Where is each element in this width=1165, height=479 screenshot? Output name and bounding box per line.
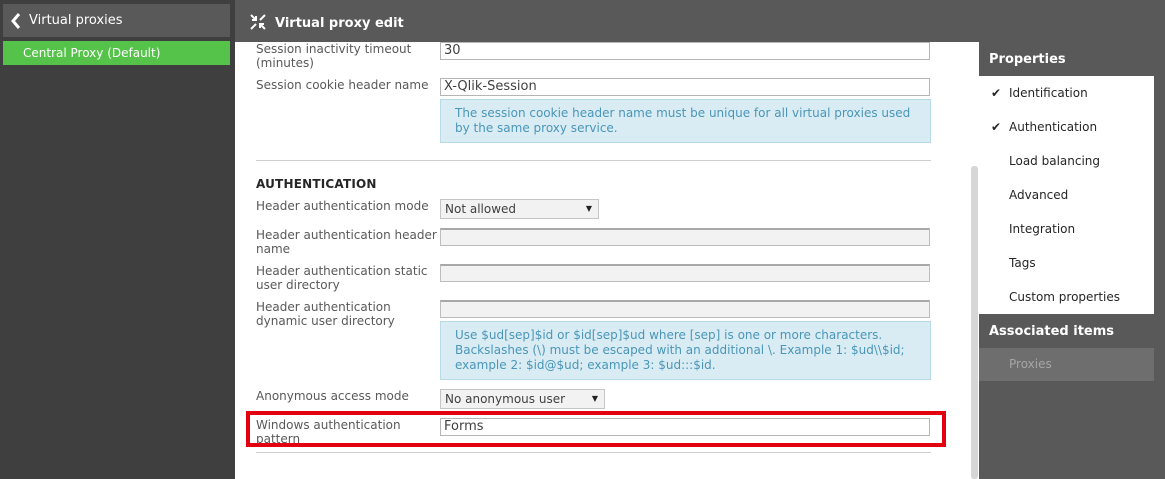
property-item-advanced[interactable]: Advanced [979,178,1154,212]
cookie-header-label: Session cookie header name [256,78,429,92]
check-icon: ✔ [991,86,1002,100]
cookie-header-input[interactable]: X-Qlik-Session [440,78,930,96]
anonymous-access-label: Anonymous access mode [256,389,409,403]
property-label: Identification [1009,86,1088,100]
header-auth-mode-label: Header authentication mode [256,199,429,213]
left-sidebar: Virtual proxies Central Proxy (Default) [0,0,235,479]
virtual-proxy-form: Session inactivity timeout (minutes) 30 … [235,42,979,479]
property-label: Advanced [1009,188,1069,202]
back-to-virtual-proxies-button[interactable]: Virtual proxies [3,4,230,37]
property-label: Load balancing [1009,154,1101,168]
anonymous-access-select[interactable]: No anonymous user ▼ [440,389,605,409]
property-item-tags[interactable]: Tags [979,246,1154,280]
property-label: Custom properties [1009,290,1121,304]
properties-panel: Properties ✔ Identification ✔ Authentica… [979,42,1165,479]
associated-items-title: Associated items [989,324,1115,339]
property-label: Integration [1009,222,1076,236]
page-header: Virtual proxy edit [235,4,1165,42]
property-item-identification[interactable]: ✔ Identification [979,76,1154,110]
properties-title: Properties [989,52,1066,67]
property-item-integration[interactable]: Integration [979,212,1154,246]
header-auth-dynamic-dir-input[interactable] [440,300,930,318]
back-button-label: Virtual proxies [29,13,123,28]
authentication-section-title: AUTHENTICATION [256,177,377,191]
section-divider [256,160,931,161]
properties-list: ✔ Identification ✔ Authentication Load b… [979,76,1154,314]
anonymous-access-value: No anonymous user [445,392,566,406]
scrollbar[interactable] [971,166,978,479]
session-timeout-label: Session inactivity timeout (minutes) [256,42,412,70]
triangle-down-icon: ▼ [585,204,592,213]
session-timeout-input[interactable]: 30 [440,42,930,60]
sidebar-item-central-proxy[interactable]: Central Proxy (Default) [3,41,230,65]
property-item-load-balancing[interactable]: Load balancing [979,144,1154,178]
arrows-compress-icon [249,13,267,34]
chevron-left-icon [3,12,29,29]
property-label: Tags [1009,256,1036,270]
cookie-header-info: The session cookie header name must be u… [440,99,931,143]
header-auth-static-dir-input[interactable] [440,264,930,282]
header-auth-mode-value: Not allowed [445,202,517,216]
header-auth-dynamic-dir-label: Header authentication dynamic user direc… [256,300,395,328]
associated-item-proxies[interactable]: Proxies [979,348,1154,381]
highlight-box [246,411,946,447]
page-title: Virtual proxy edit [275,15,404,31]
header-auth-header-name-label: Header authentication header name [256,228,437,256]
check-icon: ✔ [991,120,1002,134]
section-divider [256,452,931,453]
triangle-down-icon: ▼ [591,394,598,403]
header-auth-static-dir-label: Header authentication static user direct… [256,264,428,292]
property-item-custom-properties[interactable]: Custom properties [979,280,1154,314]
header-auth-mode-select[interactable]: Not allowed ▼ [440,199,599,219]
property-label: Authentication [1009,120,1098,134]
header-auth-dynamic-dir-info: Use $ud[sep]$id or $id[sep]$ud where [se… [440,321,931,380]
header-auth-header-name-input[interactable] [440,228,930,246]
property-item-authentication[interactable]: ✔ Authentication [979,110,1154,144]
